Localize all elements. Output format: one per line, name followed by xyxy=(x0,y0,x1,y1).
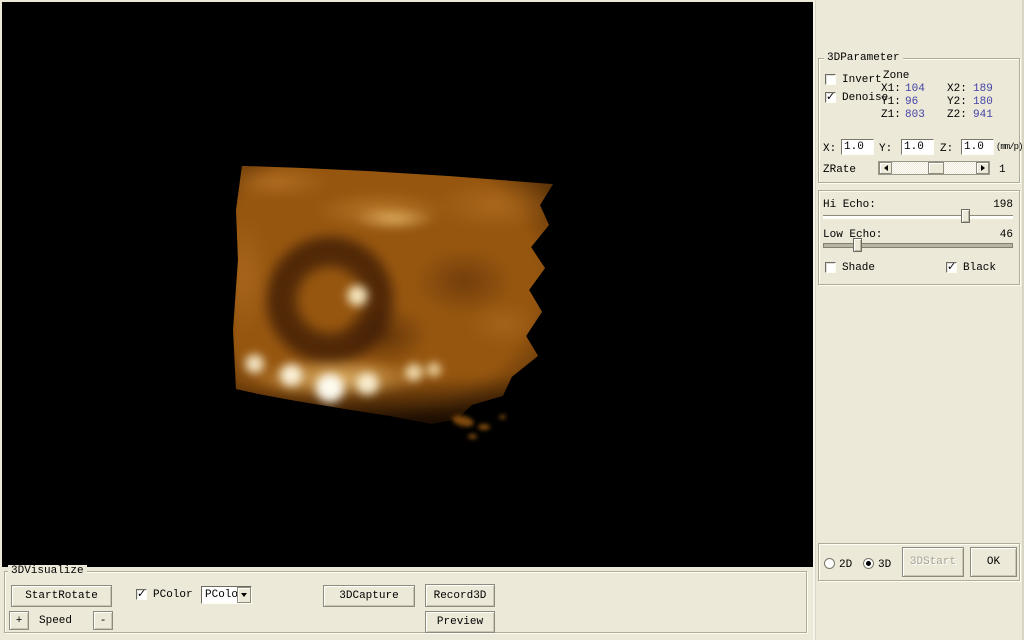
invert-label: Invert xyxy=(842,74,882,86)
x-scale-label: X: xyxy=(823,143,837,155)
zone-x1-value: 104 xyxy=(905,83,925,95)
zone-x2-value: 189 xyxy=(973,83,993,95)
hi-echo-slider-track[interactable] xyxy=(823,215,1013,218)
check-icon: ✓ xyxy=(137,587,147,600)
pcolor-checkbox[interactable]: ✓ xyxy=(136,587,147,600)
hi-echo-slider-thumb[interactable] xyxy=(961,209,970,223)
shade-checkbox[interactable] xyxy=(825,262,836,273)
hi-echo-value: 198 xyxy=(993,199,1013,211)
zrate-label: ZRate xyxy=(823,164,857,176)
speed-plus-button[interactable]: + xyxy=(9,611,29,630)
zone-z2-value: 941 xyxy=(973,109,993,121)
zrate-scroll-thumb[interactable] xyxy=(928,162,944,174)
hi-echo-label: Hi Echo: xyxy=(823,199,876,211)
zone-y1-value: 96 xyxy=(905,96,919,108)
pcolor-dropdown[interactable]: PColor xyxy=(201,586,252,604)
3dstart-button[interactable]: 3DStart xyxy=(902,547,964,577)
parameter-groupbox: 3DParameter Invert ✓ Denoise Zone X1: 10… xyxy=(818,52,1023,183)
volume-surface xyxy=(232,165,554,425)
low-echo-value: 46 xyxy=(999,229,1013,241)
volume-debris-speck xyxy=(468,434,477,439)
mode-3d-radio[interactable] xyxy=(863,558,874,569)
speed-label: Speed xyxy=(39,615,73,627)
zone-title: Zone xyxy=(883,70,910,82)
zone-z1-value: 803 xyxy=(905,109,925,121)
zrate-value: 1 xyxy=(999,164,1006,176)
denoise-checkbox[interactable]: ✓ xyxy=(825,90,836,103)
pcolor-dropdown-value: PColor xyxy=(205,589,237,601)
visualize-groupbox: 3DVisualize StartRotate + Speed - ✓ PCol… xyxy=(4,565,807,633)
volume-debris-speck xyxy=(499,415,506,419)
zone-x1-label: X1: xyxy=(881,83,901,95)
ok-button[interactable]: OK xyxy=(970,547,1017,577)
zrate-scrollbar[interactable] xyxy=(878,161,990,175)
echo-groupbox: Hi Echo: 198 Low Echo: 46 Shade ✓ Black xyxy=(818,190,1020,285)
zrate-scroll-track[interactable] xyxy=(892,162,976,174)
ultrasound-volume-render xyxy=(232,165,554,425)
parameter-group-title: 3DParameter xyxy=(824,52,903,65)
visualize-group-title: 3DVisualize xyxy=(8,565,87,578)
low-echo-slider-thumb[interactable] xyxy=(853,238,862,252)
y-scale-input[interactable] xyxy=(901,139,934,155)
arrow-left-icon xyxy=(883,165,888,171)
shade-label: Shade xyxy=(842,262,876,274)
chevron-down-icon xyxy=(241,593,247,597)
z-scale-label: Z: xyxy=(940,143,954,155)
invert-checkbox[interactable] xyxy=(825,74,836,85)
zone-y2-label: Y2: xyxy=(947,96,967,108)
zone-z2-label: Z2: xyxy=(947,109,967,121)
zrate-scroll-left-button[interactable] xyxy=(879,162,892,174)
volume-debris-speck xyxy=(478,424,490,430)
speed-minus-button[interactable]: - xyxy=(93,611,113,630)
dropdown-button[interactable] xyxy=(237,587,251,603)
black-checkbox[interactable]: ✓ xyxy=(946,260,957,273)
record3d-button[interactable]: Record3D xyxy=(425,584,495,607)
start-rotate-button[interactable]: StartRotate xyxy=(11,585,112,607)
visualize-panel: 3DVisualize StartRotate + Speed - ✓ PCol… xyxy=(0,565,813,640)
zone-values-grid: X1: 104 X2: 189 Y1: 96 Y2: 180 Z1: 803 Z… xyxy=(881,83,1015,122)
mode-2d-radio[interactable] xyxy=(824,558,835,569)
volume-debris-speck xyxy=(451,413,475,429)
scale-unit-label: (mm/p) xyxy=(996,142,1023,152)
3dcapture-button[interactable]: 3DCapture xyxy=(323,585,415,607)
x-scale-input[interactable] xyxy=(841,139,874,155)
zone-z1-label: Z1: xyxy=(881,109,901,121)
preview-button[interactable]: Preview xyxy=(425,611,495,633)
z-scale-input[interactable] xyxy=(961,139,994,155)
render-viewport[interactable] xyxy=(2,2,813,567)
check-icon: ✓ xyxy=(947,260,957,273)
zone-y2-value: 180 xyxy=(973,96,993,108)
low-echo-slider-track[interactable] xyxy=(823,243,1013,248)
check-icon: ✓ xyxy=(826,90,836,103)
black-label: Black xyxy=(963,262,997,274)
mode-3d-label: 3D xyxy=(878,559,892,571)
parameter-panel: 3DParameter Invert ✓ Denoise Zone X1: 10… xyxy=(813,0,1024,640)
arrow-right-icon xyxy=(980,165,985,171)
action-groupbox: 2D 3D 3DStart OK xyxy=(818,543,1020,581)
zone-x2-label: X2: xyxy=(947,83,967,95)
zone-y1-label: Y1: xyxy=(881,96,901,108)
mode-2d-label: 2D xyxy=(839,559,853,571)
pcolor-label: PColor xyxy=(153,589,193,601)
zrate-scroll-right-button[interactable] xyxy=(976,162,989,174)
y-scale-label: Y: xyxy=(879,143,893,155)
